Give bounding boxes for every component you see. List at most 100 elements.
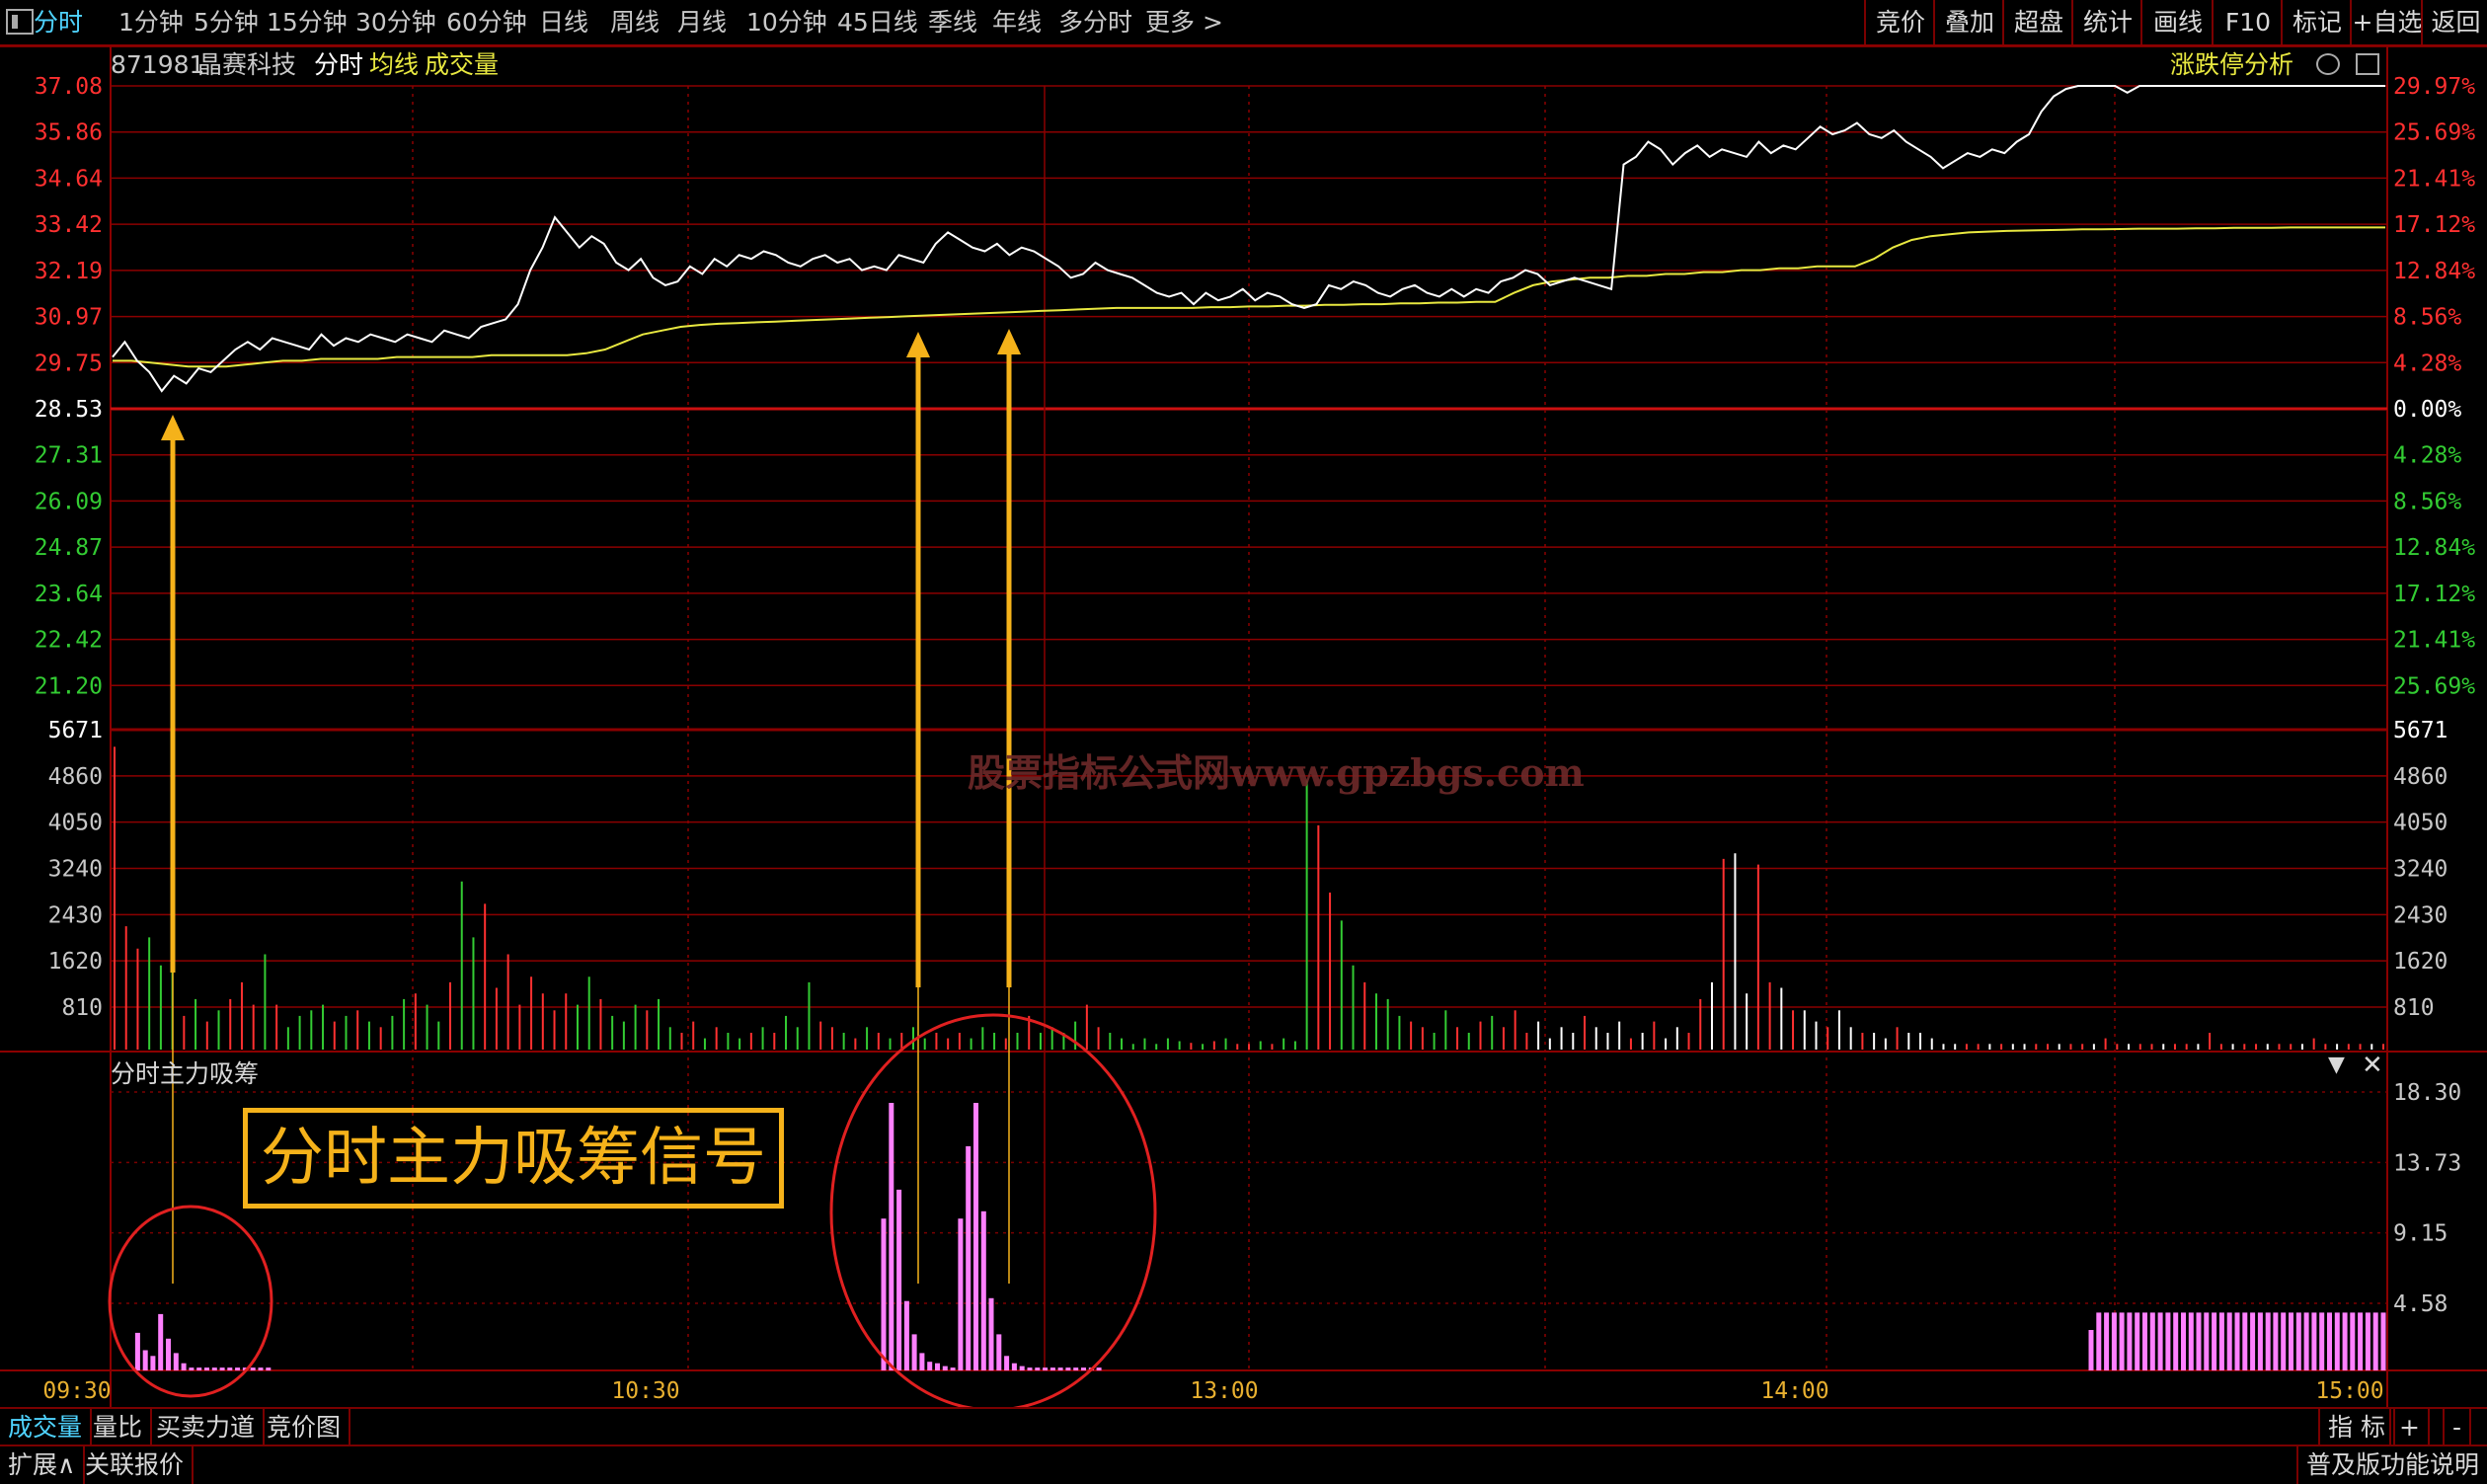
price-axis-labels: 37.08 35.86 34.64 33.42 32.19 30.97 29.75 28.53… — [35, 74, 103, 699]
signal-bar — [204, 1367, 209, 1370]
percent-tick: 21.41% — [2393, 166, 2475, 192]
signal-bar — [2149, 1312, 2155, 1370]
indicator-control[interactable]: + — [2389, 1409, 2430, 1446]
signal-bar — [2218, 1312, 2224, 1370]
signal-bar — [173, 1353, 179, 1370]
signal-bar — [2358, 1312, 2364, 1370]
signal-bar — [2311, 1312, 2317, 1370]
indicator-tab[interactable]: 成交量 — [0, 1409, 93, 1446]
signal-bar — [219, 1367, 225, 1370]
price-tick: 33.42 — [35, 212, 103, 238]
related-quotes-button[interactable]: 关联报价 — [77, 1446, 194, 1484]
signal-bar — [142, 1350, 148, 1370]
signal-bar — [2088, 1330, 2094, 1370]
expand-button[interactable]: 扩展∧ — [0, 1446, 86, 1484]
signal-bar — [2234, 1312, 2240, 1370]
signal-bar — [911, 1334, 917, 1370]
signal-bar — [2188, 1312, 2194, 1370]
volume-tick-right: 810 — [2393, 995, 2435, 1021]
status-bar: 扩展∧ 关联报价 普及版功能说明 — [0, 1445, 2487, 1484]
signal-bar — [1019, 1366, 1025, 1370]
signal-bar — [927, 1362, 933, 1370]
signal-bar — [2165, 1312, 2171, 1370]
volume-tick: 2430 — [48, 902, 103, 928]
volume-tick-right: 2430 — [2393, 902, 2448, 928]
signal-bar — [2119, 1312, 2125, 1370]
watermark: 股票指标公式网www.gpzbgs.com — [968, 750, 1585, 795]
price-tick: 32.19 — [35, 259, 103, 284]
signal-bar — [2303, 1312, 2309, 1370]
signal-bar — [889, 1103, 894, 1370]
signal-bar — [2327, 1312, 2332, 1370]
signal-bar — [2372, 1312, 2378, 1370]
signal-bar — [996, 1334, 1002, 1370]
volume-tick: 5671 — [48, 718, 103, 743]
percent-tick: 17.12% — [2393, 582, 2475, 607]
indicator-dropdown-icon[interactable]: ▼ — [2328, 1053, 2345, 1077]
indicator-tick: 4.58 — [2393, 1291, 2448, 1317]
percent-axis-labels: 29.97% 25.69% 21.41% 17.12% 12.84% 8.56% 4.28%… — [2393, 74, 2475, 699]
signal-bar — [2104, 1312, 2110, 1370]
price-tick: 34.64 — [35, 166, 103, 192]
signal-bar — [881, 1218, 887, 1370]
percent-tick: 25.69% — [2393, 673, 2475, 699]
price-tick: 27.31 — [35, 443, 103, 469]
percent-tick: 12.84% — [2393, 259, 2475, 284]
signal-bar — [266, 1367, 272, 1370]
avg-price-line — [113, 226, 2385, 368]
indicator-tab[interactable]: 买卖力道 — [148, 1409, 266, 1446]
signal-bar — [1004, 1356, 1010, 1370]
signal-bar — [2135, 1312, 2140, 1370]
indicator-tab[interactable]: 竞价图 — [259, 1409, 351, 1446]
percent-tick: 4.28% — [2393, 351, 2461, 376]
indicator-title: 分时主力吸筹 — [111, 1059, 260, 1088]
signal-bar — [1027, 1367, 1033, 1370]
signal-bar — [196, 1367, 202, 1370]
arrow-head-icon — [997, 329, 1021, 354]
signal-bar — [2273, 1312, 2279, 1370]
percent-tick: 4.28% — [2393, 443, 2461, 469]
signal-bar — [2096, 1312, 2102, 1370]
price-tick: 37.08 — [35, 74, 103, 100]
signal-bar — [1081, 1367, 1086, 1370]
indicator-axis-labels: 18.30 13.73 9.15 4.58 — [2393, 1080, 2461, 1317]
signal-bar — [2295, 1312, 2301, 1370]
signal-bar — [2196, 1312, 2202, 1370]
signal-bar — [2181, 1312, 2186, 1370]
signal-bar — [896, 1189, 902, 1370]
signal-bar — [1073, 1367, 1079, 1370]
signal-bar — [189, 1367, 194, 1370]
close-icon[interactable]: ✕ — [2362, 1051, 2383, 1080]
signal-bar — [235, 1367, 241, 1370]
signal-bar — [966, 1145, 971, 1370]
signal-bar — [227, 1367, 233, 1370]
indicator-control[interactable]: 指 标 — [2318, 1409, 2395, 1446]
signal-bar — [2265, 1312, 2271, 1370]
percent-tick: 17.12% — [2393, 212, 2475, 238]
signal-bar — [935, 1363, 940, 1370]
volume-tick: 4050 — [48, 811, 103, 836]
price-tick: 29.75 — [35, 351, 103, 376]
signal-bar — [181, 1363, 187, 1370]
price-tick: 28.53 — [35, 397, 103, 423]
time-tick: 10:30 — [611, 1378, 679, 1404]
signal-bar — [2365, 1312, 2370, 1370]
signal-bar — [150, 1356, 156, 1370]
signal-bar — [1049, 1367, 1055, 1370]
price-tick: 21.20 — [35, 673, 103, 699]
signal-bar — [950, 1367, 956, 1370]
signal-bar — [2142, 1312, 2147, 1370]
help-link[interactable]: 普及版功能说明 — [2295, 1446, 2487, 1484]
signal-bar — [158, 1313, 164, 1370]
time-tick: 09:30 — [42, 1378, 111, 1404]
signal-bar — [2350, 1312, 2356, 1370]
signal-bar — [942, 1366, 948, 1370]
signal-bar — [1035, 1367, 1041, 1370]
signal-bar — [2250, 1312, 2256, 1370]
signal-bar — [958, 1218, 964, 1370]
indicator-control[interactable]: - — [2443, 1409, 2472, 1446]
signal-bar — [250, 1367, 256, 1370]
indicator-tick: 13.73 — [2393, 1150, 2461, 1176]
signal-bar — [2281, 1312, 2287, 1370]
indicator-tab[interactable]: 量比 — [85, 1409, 153, 1446]
